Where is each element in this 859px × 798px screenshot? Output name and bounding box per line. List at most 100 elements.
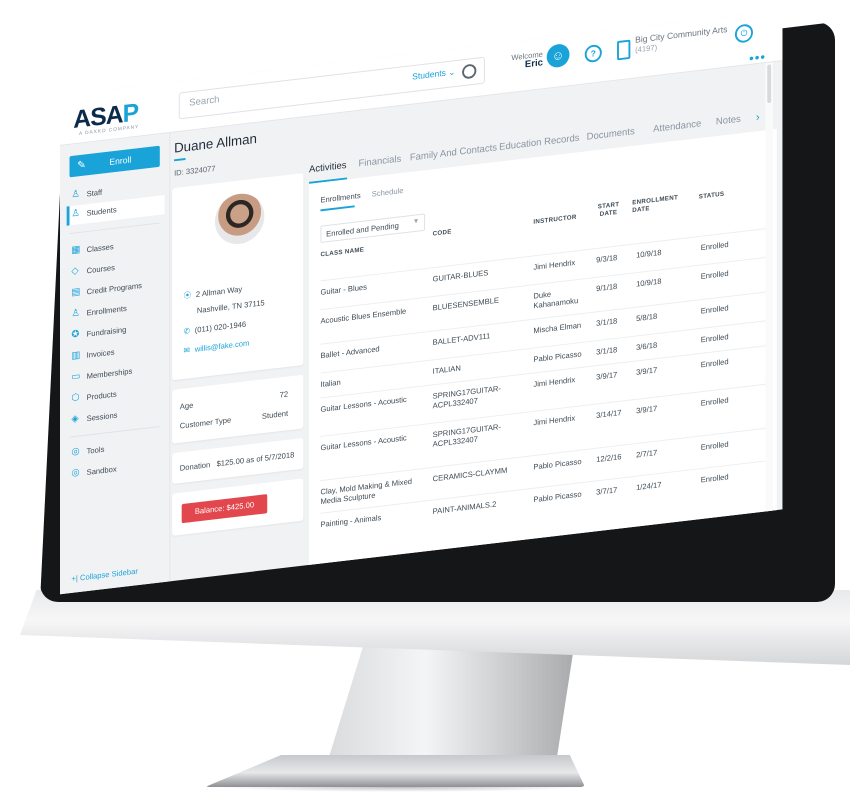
chevron-right-icon[interactable]: ›	[756, 110, 760, 124]
cell-start-date: 3/1/18	[596, 316, 618, 328]
cell-code: GUITAR-BLUES	[432, 268, 489, 284]
header-status[interactable]: STATUS	[699, 191, 725, 202]
cell-instructor: Pablo Picasso	[533, 489, 582, 505]
address-line-1: ⦿ 2 Allman Way	[183, 284, 243, 301]
cell-start-date: 9/3/18	[596, 253, 618, 265]
cell-instructor: Jimi Hendrix	[533, 413, 576, 428]
balance-button[interactable]: Balance: $425.00	[181, 494, 268, 524]
name-accent-bar	[174, 158, 186, 162]
subtab-enrollments[interactable]: Enrollments	[320, 191, 360, 204]
cell-enrollment-date: 10/9/18	[636, 248, 662, 260]
header-instructor[interactable]: INSTRUCTOR	[533, 214, 576, 227]
main-content: Activities Financials Family And Contact…	[309, 62, 777, 578]
chevron-down-icon: ▼	[412, 217, 420, 226]
student-id: ID: 3324077	[174, 164, 216, 178]
tab-education-records[interactable]: Education Records	[499, 133, 579, 153]
page-scrollbar[interactable]	[765, 62, 773, 515]
monitor-scene: ASAP A DAXKO COMPANY Search Students ⌄ W…	[0, 0, 859, 798]
person-icon: ♙	[71, 307, 80, 320]
tab-activities[interactable]: Activities	[309, 160, 347, 175]
cell-code: BALLET-ADV111	[432, 331, 491, 347]
cell-enrollment-date: 5/8/18	[636, 311, 658, 324]
calendar-icon: ▦	[71, 244, 81, 256]
tab-documents[interactable]: Documents	[587, 126, 635, 142]
sandbox-icon: ◎	[71, 467, 80, 479]
row-divider	[320, 383, 768, 437]
org-name[interactable]: Big City Community Arts	[635, 24, 727, 44]
collapse-sidebar-button[interactable]: +| Collapse Sidebar	[71, 567, 137, 583]
email-link[interactable]: ✉ willis@fake.com	[184, 339, 250, 355]
cell-enrollment-date: 3/9/17	[636, 404, 658, 416]
subtab-schedule[interactable]: Schedule	[372, 186, 404, 198]
logout-icon[interactable]: ⏻	[734, 23, 753, 44]
contact-card: ⦿ 2 Allman Way Nashville, TN 37115 ✆ (011)…	[172, 173, 304, 381]
monitor-stand	[325, 640, 575, 770]
mail-icon: ✉	[183, 345, 190, 356]
tab-attendance[interactable]: Attendance	[653, 119, 701, 135]
details-card: Age 72 Customer Type Student	[172, 374, 304, 444]
sidebar-item-label: Enrollments	[86, 304, 127, 318]
sidebar-divider	[69, 222, 160, 235]
document-icon: ▤	[71, 286, 81, 299]
cell-instructor: Pablo Picasso	[533, 349, 582, 364]
phone-icon: ✆	[183, 326, 190, 336]
cell-start-date: 3/9/17	[596, 370, 618, 382]
organization-icon[interactable]	[617, 39, 631, 61]
cell-enrollment-date: 3/6/18	[636, 340, 658, 352]
cell-start-date: 3/14/17	[596, 408, 622, 420]
collapse-icon: +|	[71, 573, 78, 584]
enroll-button[interactable]: ✎ Enroll	[69, 145, 160, 178]
search-scope-dropdown[interactable]: Students ⌄	[412, 67, 455, 83]
address-line-2: Nashville, TN 37115	[196, 298, 265, 316]
cell-enrollment-date: 2/7/17	[636, 448, 658, 460]
tab-family-and-contacts[interactable]: Family And Contacts	[410, 143, 497, 164]
header-start-date[interactable]: START DATE	[594, 201, 623, 220]
cell-instructor: Jimi Hendrix	[533, 258, 576, 272]
org-id: (4197)	[635, 43, 658, 55]
cell-status: Enrolled	[700, 303, 729, 316]
collapse-label: Collapse Sidebar	[79, 566, 138, 583]
header-code[interactable]: CODE	[433, 229, 452, 239]
search-icon[interactable]	[462, 63, 477, 80]
cell-status: Enrolled	[700, 332, 729, 345]
phone-number: ✆ (011) 020-1946	[183, 319, 247, 336]
age-row: Age 72	[179, 389, 289, 412]
sidebar: ✎ Enroll ♙ Staff ♙ Students ▦ Classes ◇	[60, 132, 171, 595]
header-class-name[interactable]: CLASS NAME	[320, 247, 364, 260]
header-enrollment-date[interactable]: ENROLLMENT DATE	[632, 194, 683, 215]
cell-code: ITALIAN	[432, 363, 461, 376]
graduation-icon: ◇	[71, 265, 79, 278]
tab-financials[interactable]: Financials	[358, 154, 401, 170]
student-photo	[214, 191, 265, 247]
cell-status: Enrolled	[700, 269, 729, 281]
cell-instructor: Mischa Elman	[533, 320, 582, 336]
cell-instructor: Pablo Picasso	[533, 457, 582, 472]
cell-instructor: Jimi Hendrix	[533, 375, 576, 389]
sidebar-item-label: Fundraising	[86, 325, 127, 339]
screen-area: ASAP A DAXKO COMPANY Search Students ⌄ W…	[60, 10, 800, 595]
sidebar-item-label: Sandbox	[86, 464, 117, 477]
cell-code: SPRING17GUITAR-ACPL332407	[432, 422, 501, 449]
sidebar-item-label: Sessions	[86, 410, 118, 424]
cell-status: Enrolled	[700, 240, 729, 253]
welcome-text: Welcome Eric	[507, 50, 543, 72]
cell-start-date: 9/1/18	[596, 282, 618, 294]
enrollment-filter-select[interactable]: Enrolled and Pending ▼	[320, 213, 426, 243]
tag-icon: ◈	[71, 413, 79, 425]
cell-instructor: Duke Kahanamoku	[533, 289, 579, 311]
cell-status: Enrolled	[700, 357, 729, 370]
card-icon: ▭	[71, 371, 81, 383]
sidebar-item-label: Tools	[86, 444, 105, 456]
user-avatar-icon[interactable]: ☺	[546, 42, 570, 69]
active-subtab-indicator	[320, 205, 355, 212]
cell-code: CERAMICS-CLAYMM	[432, 465, 508, 484]
scrollbar-thumb[interactable]	[767, 64, 772, 104]
cell-status: Enrolled	[700, 439, 729, 452]
app-screen: ASAP A DAXKO COMPANY Search Students ⌄ W…	[60, 10, 783, 595]
location-icon: ⦿	[183, 290, 192, 301]
cell-start-date: 3/7/17	[596, 485, 618, 497]
student-profile: Duane Allman ID: 3324077 ⦿ 2 Allman Way N…	[172, 117, 305, 584]
tab-notes[interactable]: Notes	[716, 114, 741, 127]
help-icon[interactable]: ?	[584, 43, 602, 64]
cell-start-date: 3/1/18	[596, 345, 618, 357]
